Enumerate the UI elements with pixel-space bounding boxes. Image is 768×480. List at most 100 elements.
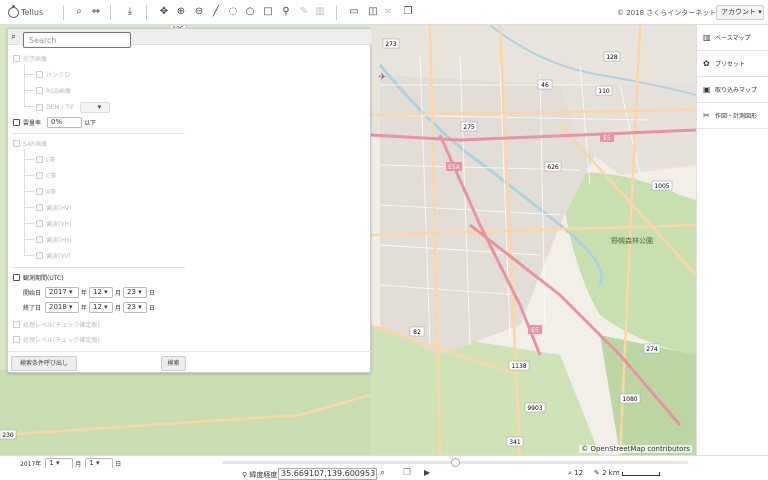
timeline-slider-handle[interactable]: [451, 458, 460, 467]
search-icon[interactable]: ⌕: [72, 5, 86, 19]
window-icon[interactable]: ▭: [347, 5, 361, 19]
basemap-menu[interactable]: ▥ ベースマップ: [697, 25, 768, 51]
sar-item[interactable]: C帯: [36, 171, 56, 180]
sar-row[interactable]: SAR画像: [13, 139, 47, 148]
import-map-menu[interactable]: ▣ 取り込みマップ: [697, 77, 768, 103]
sar-item[interactable]: X帯: [36, 187, 56, 196]
search-input[interactable]: [23, 32, 131, 48]
sar-item-checkbox[interactable]: [36, 188, 43, 195]
road-label: 82: [413, 329, 421, 336]
sar-item-label: 偏波(VV): [46, 253, 71, 260]
map-attribution[interactable]: © OpenStreetMap contributors: [579, 445, 692, 453]
toolbar-divider: [110, 5, 111, 20]
processing-level-row[interactable]: 処理レベル(チェック確定版): [13, 320, 100, 329]
cloud-row[interactable]: 雲量率 0% 以下: [13, 117, 96, 128]
zoom-out-icon[interactable]: ⊖: [192, 5, 206, 19]
sar-item-checkbox[interactable]: [36, 236, 43, 243]
sar-item-checkbox[interactable]: [36, 156, 43, 163]
start-year-select[interactable]: 2017 ▾: [45, 287, 80, 298]
optical-item-checkbox[interactable]: [36, 71, 43, 78]
sar-item-checkbox[interactable]: [36, 220, 43, 227]
optical-item-checkbox[interactable]: [36, 104, 43, 111]
coord-label: 緯度経度: [249, 471, 278, 479]
cloud-checkbox[interactable]: [13, 119, 20, 126]
sar-item-checkbox[interactable]: [36, 172, 43, 179]
end-date-row: 終了日 2018 ▾ 年 12 ▾ 月 23 ▾ 日: [23, 302, 155, 313]
optical-item-checkbox[interactable]: [36, 87, 43, 94]
end-month-select[interactable]: 12 ▾: [89, 302, 114, 313]
processing-level-checkbox[interactable]: [13, 336, 20, 343]
basemap-label: ベースマップ: [715, 35, 751, 42]
start-month-select[interactable]: 12 ▾: [89, 287, 114, 298]
timeline-year: 2017年: [20, 461, 42, 468]
search-button[interactable]: 検索: [161, 356, 186, 371]
dem-select[interactable]: ▾: [80, 102, 111, 113]
month-unit: 月: [115, 290, 122, 297]
divider: [13, 133, 185, 134]
preset-menu[interactable]: ✿ プリセット: [697, 51, 768, 77]
processing-level-checkbox[interactable]: [13, 321, 20, 328]
app-window: Tellus ⌕ ⇔ ⤓ ✥ ⊕ ⊖ ╱ ◌ ○ □ ⚲ ✎ ▥ ▭ ◫ ∞ ❐…: [0, 0, 768, 480]
sar-item[interactable]: 偏波(HV): [36, 203, 71, 212]
coordinate-search-icon[interactable]: ⌕: [380, 468, 385, 478]
cloud-label: 雲量率: [23, 120, 42, 127]
road-label: E5: [531, 327, 539, 334]
draw-tools-menu[interactable]: ✂ 作図・計測図形: [697, 103, 768, 129]
sar-item[interactable]: 偏波(HH): [36, 235, 72, 244]
end-day-select[interactable]: 23 ▾: [123, 302, 148, 313]
optical-item-label: DEM / TIF: [46, 104, 75, 111]
optical-checkbox[interactable]: [13, 55, 20, 62]
optical-item[interactable]: RGB画像: [36, 86, 71, 95]
optical-item[interactable]: パンクロ: [36, 70, 70, 79]
optical-item[interactable]: DEM / TIF ▾: [36, 102, 112, 113]
edit-icon[interactable]: ✎: [297, 5, 311, 19]
zoom-in-icon[interactable]: ⊕: [174, 5, 188, 19]
tree-line: [24, 223, 34, 224]
day-unit: 日: [149, 305, 156, 312]
layers-icon[interactable]: ❐: [401, 5, 415, 19]
trash-icon[interactable]: ▥: [313, 5, 327, 19]
time-row[interactable]: 観測期間(UTC): [13, 273, 64, 282]
end-year-select[interactable]: 2018 ▾: [45, 302, 80, 313]
map-icon: ▥: [703, 33, 711, 42]
line-icon[interactable]: ╱: [209, 5, 223, 19]
recall-conditions-button[interactable]: 検索条件呼び出し: [11, 356, 77, 371]
coordinate-input[interactable]: 35.669107,139.600953: [278, 468, 377, 480]
road-label: E5: [603, 135, 611, 142]
tellus-logo[interactable]: Tellus: [8, 5, 56, 20]
play-icon[interactable]: ▶: [424, 468, 430, 477]
tree-line: [24, 74, 34, 75]
start-day-select[interactable]: 23 ▾: [123, 287, 148, 298]
preset-icon: ✿: [703, 59, 710, 68]
sar-item-checkbox[interactable]: [36, 252, 43, 259]
timeline-bar: 2017年 1 ▾ 月 1 ▾ 日: [0, 455, 768, 469]
sar-item[interactable]: 偏波(VV): [36, 251, 71, 260]
copy-icon[interactable]: ❐: [403, 468, 411, 478]
optical-row[interactable]: 光学画像: [13, 54, 47, 63]
link-icon[interactable]: ⇔: [89, 5, 103, 19]
sar-item[interactable]: L帯: [36, 155, 55, 164]
sar-checkbox[interactable]: [13, 140, 20, 147]
split-view-icon[interactable]: ◫: [366, 5, 380, 19]
toolbar-divider: [336, 5, 337, 20]
cloud-select[interactable]: 0%: [47, 117, 83, 128]
time-checkbox[interactable]: [13, 274, 20, 281]
move-icon[interactable]: ✥: [157, 5, 171, 19]
processing-level-label: 処理レベル(チェック確定版): [23, 337, 100, 344]
lasso-icon[interactable]: ◌: [226, 5, 240, 19]
year-unit: 年: [81, 305, 88, 312]
pin-icon[interactable]: ⚲: [279, 5, 293, 19]
draw-tools-icon: ✂: [703, 111, 710, 120]
rectangle-icon[interactable]: □: [261, 5, 275, 19]
sar-item[interactable]: 偏波(VH): [36, 219, 71, 228]
circle-icon[interactable]: ○: [243, 5, 257, 19]
chain-icon[interactable]: ∞: [381, 5, 395, 19]
sar-item-label: 偏波(HH): [46, 237, 72, 244]
year-unit: 年: [81, 290, 88, 297]
account-menu-button[interactable]: アカウント ▾: [716, 5, 764, 20]
processing-level-row[interactable]: 処理レベル(チェック確定版): [13, 335, 100, 344]
top-toolbar: Tellus ⌕ ⇔ ⤓ ✥ ⊕ ⊖ ╱ ◌ ○ □ ⚲ ✎ ▥ ▭ ◫ ∞ ❐…: [0, 0, 768, 25]
sar-item-checkbox[interactable]: [36, 204, 43, 211]
month-unit: 月: [115, 305, 122, 312]
download-icon[interactable]: ⤓: [123, 5, 137, 19]
